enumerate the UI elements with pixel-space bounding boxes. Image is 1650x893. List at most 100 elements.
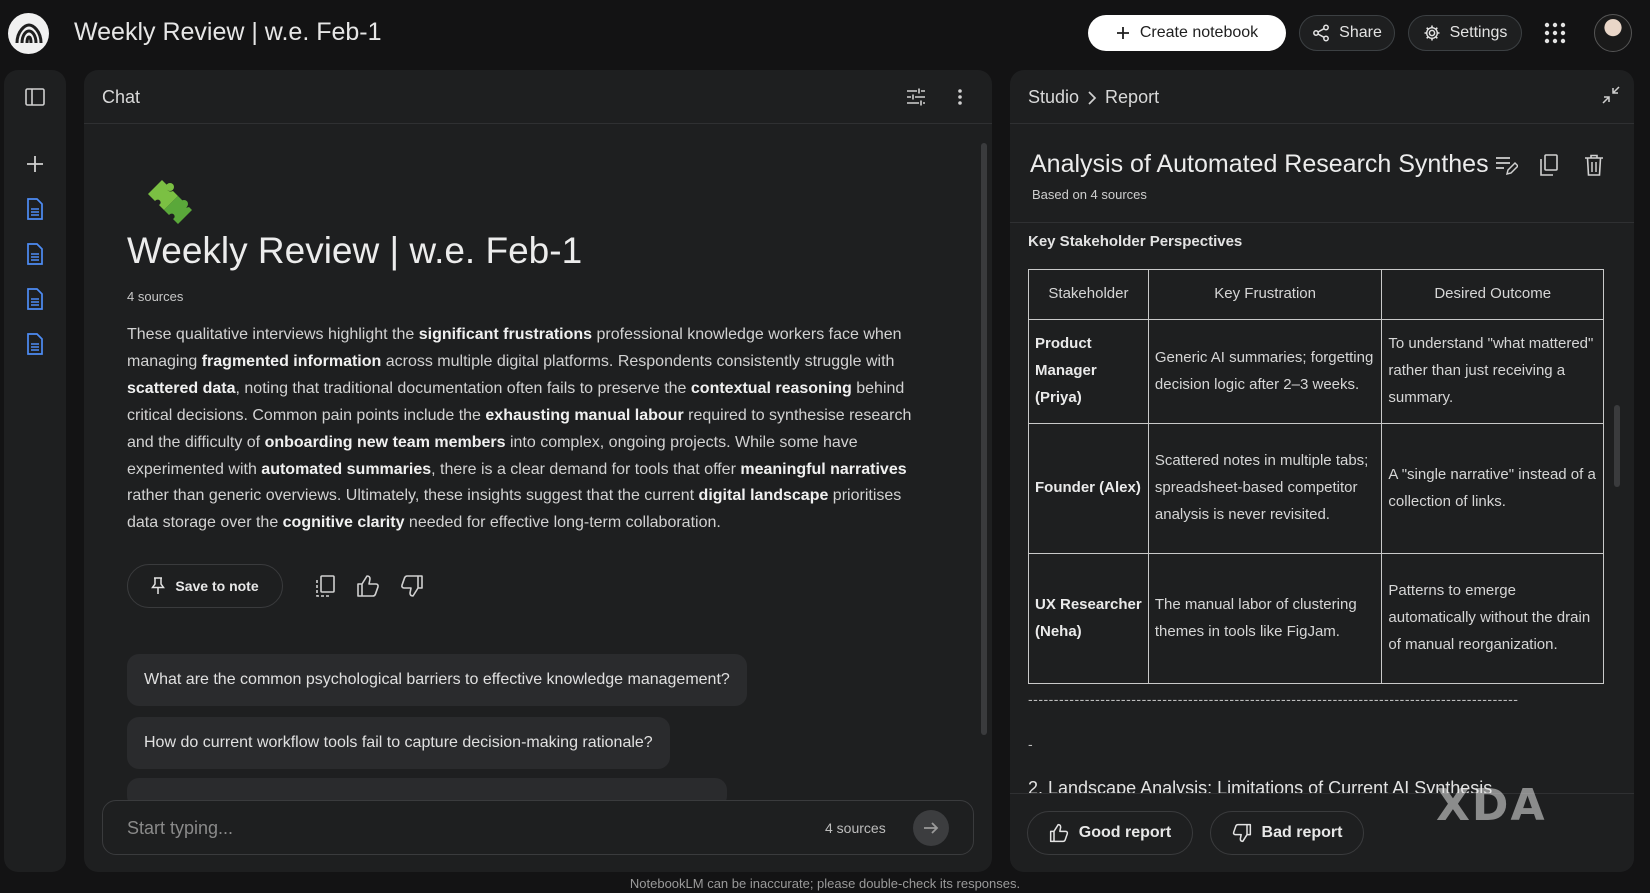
document-icon: [26, 243, 44, 265]
notebook-summary: These qualitative interviews highlight t…: [127, 322, 927, 537]
notebooklm-logo-icon[interactable]: [8, 13, 49, 54]
disclaimer: NotebookLM can be inaccurate; please dou…: [629, 876, 1021, 891]
more-vert-icon[interactable]: [950, 87, 970, 107]
send-button[interactable]: [913, 810, 949, 846]
document-icon: [26, 333, 44, 355]
studio-scrollbar[interactable]: [1614, 405, 1620, 487]
report-source-basis: Based on 4 sources: [1032, 187, 1147, 202]
thumbs-up-icon: [1049, 823, 1069, 843]
table-row: Founder (Alex) Scattered notes in multip…: [1028, 423, 1604, 554]
summary-emphasis: significant frustrations: [418, 326, 593, 343]
summary-emphasis: automated summaries: [261, 460, 432, 478]
summary-text: across multiple digital platforms. Respo…: [381, 352, 895, 370]
table-cell: Patterns to emerge automatically without…: [1381, 553, 1604, 684]
chat-panel-title: Chat: [102, 87, 141, 107]
table-cell: Generic AI summaries; forgetting decisio…: [1147, 319, 1383, 424]
summary-emphasis: cognitive clarity: [282, 514, 405, 532]
send-arrow-icon: [922, 819, 940, 837]
share-button[interactable]: Share: [1299, 15, 1395, 51]
document-icon: [26, 198, 44, 220]
table-cell: To understand "what mattered" rather tha…: [1381, 319, 1604, 424]
document-icon: [26, 288, 44, 310]
studio-panel: Studio Report Analysis of Automated Rese…: [1010, 70, 1634, 872]
column-header: Stakeholder: [1028, 269, 1149, 320]
copy-icon[interactable]: [312, 573, 338, 599]
summary-emphasis: meaningful narratives: [740, 460, 907, 478]
input-source-count: 4 sources: [825, 820, 886, 836]
notebook-title[interactable]: Weekly Review | w.e. Feb-1: [74, 18, 382, 47]
settings-button[interactable]: Settings: [1408, 15, 1522, 51]
top-bar: Weekly Review | w.e. Feb-1 Create notebo…: [0, 0, 1650, 66]
gear-icon: [1423, 24, 1441, 42]
horizontal-rule-text: ----------------------------------------…: [1028, 691, 1519, 707]
table-cell: UX Researcher (Neha): [1028, 553, 1149, 684]
bad-report-label: Bad report: [1261, 824, 1343, 841]
good-report-label: Good report: [1078, 824, 1172, 841]
notebook-source-count: 4 sources: [127, 289, 184, 304]
pin-icon: [151, 577, 166, 595]
chat-header: Chat: [84, 70, 992, 124]
sidebar-toggle-icon[interactable]: [24, 86, 46, 108]
column-header: Key Frustration: [1147, 269, 1383, 320]
chat-input-bar: 4 sources: [102, 800, 974, 855]
source-document-4[interactable]: [24, 333, 46, 355]
thumbs-up-icon[interactable]: [355, 573, 381, 599]
table-row: Product Manager (Priya) Generic AI summa…: [1028, 319, 1604, 424]
create-notebook-button[interactable]: Create notebook: [1088, 15, 1286, 51]
breadcrumb-studio[interactable]: Studio: [1028, 87, 1079, 108]
table-cell: The manual labor of clustering themes in…: [1147, 553, 1383, 684]
stakeholder-table: Stakeholder Key Frustration Desired Outc…: [1028, 269, 1604, 684]
thumbs-down-icon: [1232, 823, 1252, 843]
table-cell: Scattered notes in multiple tabs; spread…: [1147, 423, 1383, 554]
table-cell: Product Manager (Priya): [1028, 319, 1149, 424]
suggested-question[interactable]: What are the common psychological barrie…: [127, 654, 747, 706]
table-cell: Founder (Alex): [1028, 423, 1149, 554]
section-heading: Key Stakeholder Perspectives: [1028, 233, 1243, 250]
plus-icon: [1116, 26, 1130, 40]
notebook-heading: Weekly Review | w.e. Feb-1: [127, 230, 583, 271]
source-document-2[interactable]: [24, 243, 46, 265]
breadcrumb-report: Report: [1105, 87, 1160, 107]
divider: [1010, 222, 1634, 223]
chat-panel: Chat Weekly Review | w.e. Feb-1 4 source…: [84, 70, 992, 872]
delete-icon[interactable]: [1582, 153, 1606, 177]
summary-emphasis: digital landscape: [698, 487, 829, 505]
source-document-1[interactable]: [24, 198, 46, 220]
share-label: Share: [1339, 24, 1382, 41]
bad-report-button[interactable]: Bad report: [1210, 811, 1364, 855]
plus-icon: [26, 155, 44, 173]
summary-text: , noting that traditional documentation …: [235, 379, 691, 397]
source-document-3[interactable]: [24, 288, 46, 310]
summary-emphasis: onboarding new team members: [264, 433, 506, 451]
summary-emphasis: contextual reasoning: [690, 379, 852, 397]
table-cell: A "single narrative" instead of a collec…: [1381, 423, 1604, 554]
summary-text: rather than generic overviews. Ultimatel…: [127, 487, 699, 505]
thumbs-down-icon[interactable]: [399, 573, 425, 599]
avatar[interactable]: [1594, 14, 1632, 52]
chat-scrollbar[interactable]: [981, 143, 987, 735]
create-notebook-label: Create notebook: [1139, 24, 1259, 41]
xda-watermark: XDA: [1436, 780, 1547, 831]
summary-text: needed for effective long-term collabora…: [404, 514, 721, 532]
summary-text: These qualitative interviews highlight t…: [127, 326, 419, 343]
summary-emphasis: scattered data: [127, 379, 236, 397]
summary-text: , there is a clear demand for tools that…: [431, 460, 741, 478]
edit-list-icon[interactable]: [1494, 153, 1518, 177]
suggested-question[interactable]: How do current workflow tools fail to ca…: [127, 717, 670, 769]
good-report-button[interactable]: Good report: [1027, 811, 1193, 855]
table-row: UX Researcher (Neha) The manual labor of…: [1028, 553, 1604, 684]
report-title: Analysis of Automated Research Synthes: [1030, 150, 1489, 178]
apps-grid-icon[interactable]: [1544, 22, 1566, 44]
breadcrumb: Studio Report: [1028, 87, 1159, 108]
tune-icon[interactable]: [906, 87, 926, 107]
chat-input[interactable]: [127, 817, 727, 839]
chevron-right-icon: [1087, 90, 1097, 105]
settings-label: Settings: [1449, 24, 1508, 41]
collapse-icon[interactable]: [1602, 86, 1622, 106]
summary-emphasis: exhausting manual labour: [485, 406, 684, 424]
studio-header: Studio Report: [1010, 70, 1634, 124]
add-source-button[interactable]: [24, 153, 46, 175]
copy-icon[interactable]: [1537, 153, 1561, 177]
table-header-row: Stakeholder Key Frustration Desired Outc…: [1028, 269, 1604, 320]
save-to-note-button[interactable]: Save to note: [127, 564, 283, 608]
